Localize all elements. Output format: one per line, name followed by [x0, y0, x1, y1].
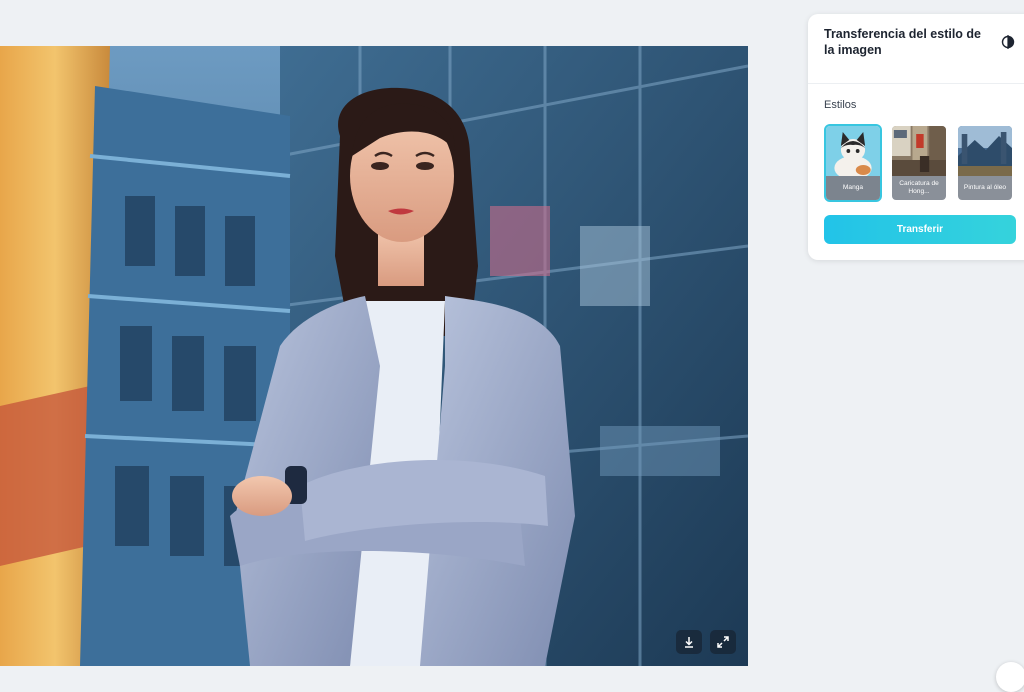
- hongkong-cartoon-thumbnail: [892, 126, 946, 178]
- style-transfer-panel: Transferencia del estilo de la imagen Es…: [808, 14, 1024, 260]
- style-option-oil-painting[interactable]: Pintura al óleo: [956, 124, 1014, 202]
- panel-divider: [808, 83, 1024, 84]
- style-option-manga[interactable]: Manga: [824, 124, 882, 202]
- oil-painting-thumbnail: [958, 126, 1012, 178]
- style-option-hongkong-cartoon[interactable]: Caricatura de Hong...: [890, 124, 948, 202]
- style-label-manga: Manga: [826, 176, 880, 200]
- styles-label: Estilos: [824, 99, 857, 111]
- download-icon: [685, 637, 693, 648]
- style-label-oil-painting: Pintura al óleo: [958, 176, 1012, 200]
- style-options: Manga Caricatura de Hong... Pintura al ó…: [824, 124, 1014, 202]
- style-label-hongkong-cartoon: Caricatura de Hong...: [892, 176, 946, 200]
- transfer-button[interactable]: Transferir: [824, 215, 1016, 244]
- help-button[interactable]: [996, 662, 1024, 692]
- styled-photo: [0, 46, 748, 666]
- fullscreen-button[interactable]: [710, 630, 736, 654]
- fullscreen-icon: [717, 636, 729, 648]
- panel-title: Transferencia del estilo de la imagen: [824, 27, 982, 57]
- manga-thumbnail: [826, 126, 880, 178]
- result-image: [0, 46, 748, 666]
- compare-icon[interactable]: [1000, 34, 1016, 50]
- download-button[interactable]: [676, 630, 702, 654]
